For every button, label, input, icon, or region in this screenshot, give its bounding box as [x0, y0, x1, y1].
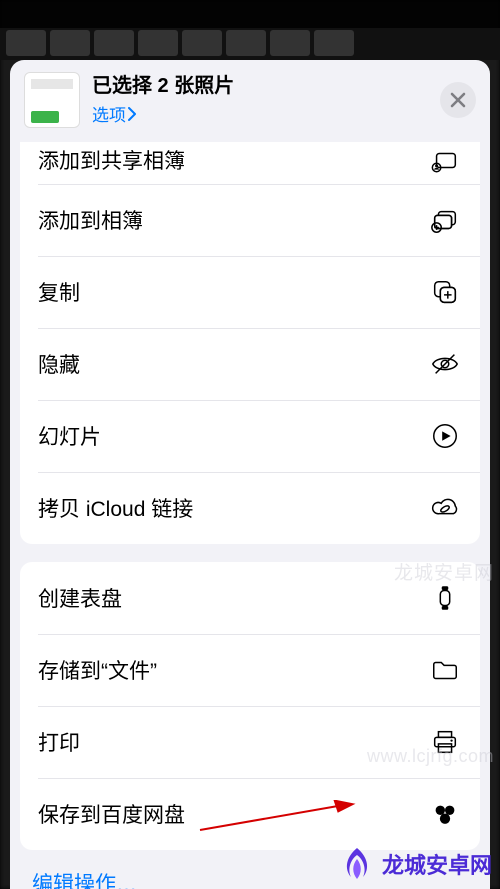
cloud-link-icon: [428, 491, 462, 525]
sheet-header: 已选择 2 张照片 选项: [10, 60, 490, 142]
options-link[interactable]: 选项: [92, 101, 137, 126]
row-label: 拷贝 iCloud 链接: [38, 493, 428, 523]
row-create-watch-face[interactable]: 创建表盘: [20, 562, 480, 634]
action-group-1: 添加到共享相簿 添加到相簿 复制 隐藏: [20, 142, 480, 544]
options-label: 选项: [92, 101, 126, 126]
shared-album-icon: [428, 143, 462, 177]
watch-icon: [428, 581, 462, 615]
row-label: 添加到相簿: [38, 205, 428, 235]
play-icon: [428, 419, 462, 453]
row-hide[interactable]: 隐藏: [20, 328, 480, 400]
row-label: 存储到“文件”: [38, 655, 428, 685]
folder-icon: [428, 653, 462, 687]
row-label: 复制: [38, 277, 428, 307]
row-label: 添加到共享相簿: [38, 145, 428, 175]
row-slideshow[interactable]: 幻灯片: [20, 400, 480, 472]
row-print[interactable]: 打印: [20, 706, 480, 778]
add-album-icon: [428, 203, 462, 237]
row-label: 保存到百度网盘: [38, 799, 428, 829]
baidu-pan-icon: [428, 797, 462, 831]
row-label: 打印: [38, 727, 428, 757]
close-icon: [450, 92, 466, 108]
row-copy[interactable]: 复制: [20, 256, 480, 328]
row-save-to-files[interactable]: 存储到“文件”: [20, 634, 480, 706]
row-add-shared-album[interactable]: 添加到共享相簿: [20, 142, 480, 184]
row-save-baidu-pan[interactable]: 保存到百度网盘: [20, 778, 480, 850]
edit-actions-link[interactable]: 编辑操作…: [10, 868, 490, 889]
photo-strip: [0, 28, 500, 60]
row-label: 幻灯片: [38, 421, 428, 451]
printer-icon: [428, 725, 462, 759]
action-group-2: 创建表盘 存储到“文件” 打印 保存到百度网盘: [20, 562, 480, 850]
sheet-title: 已选择 2 张照片: [92, 74, 428, 99]
status-bar: [0, 0, 500, 28]
row-add-album[interactable]: 添加到相簿: [20, 184, 480, 256]
close-button[interactable]: [440, 82, 476, 118]
chevron-right-icon: [128, 107, 137, 121]
share-sheet: 已选择 2 张照片 选项 添加到共享相簿 添加到相簿: [10, 60, 490, 889]
selection-thumbnail[interactable]: [24, 72, 80, 128]
row-label: 隐藏: [38, 349, 428, 379]
copy-icon: [428, 275, 462, 309]
row-copy-icloud-link[interactable]: 拷贝 iCloud 链接: [20, 472, 480, 544]
hide-icon: [428, 347, 462, 381]
sheet-body[interactable]: 添加到共享相簿 添加到相簿 复制 隐藏: [10, 142, 490, 889]
row-label: 创建表盘: [38, 583, 428, 613]
